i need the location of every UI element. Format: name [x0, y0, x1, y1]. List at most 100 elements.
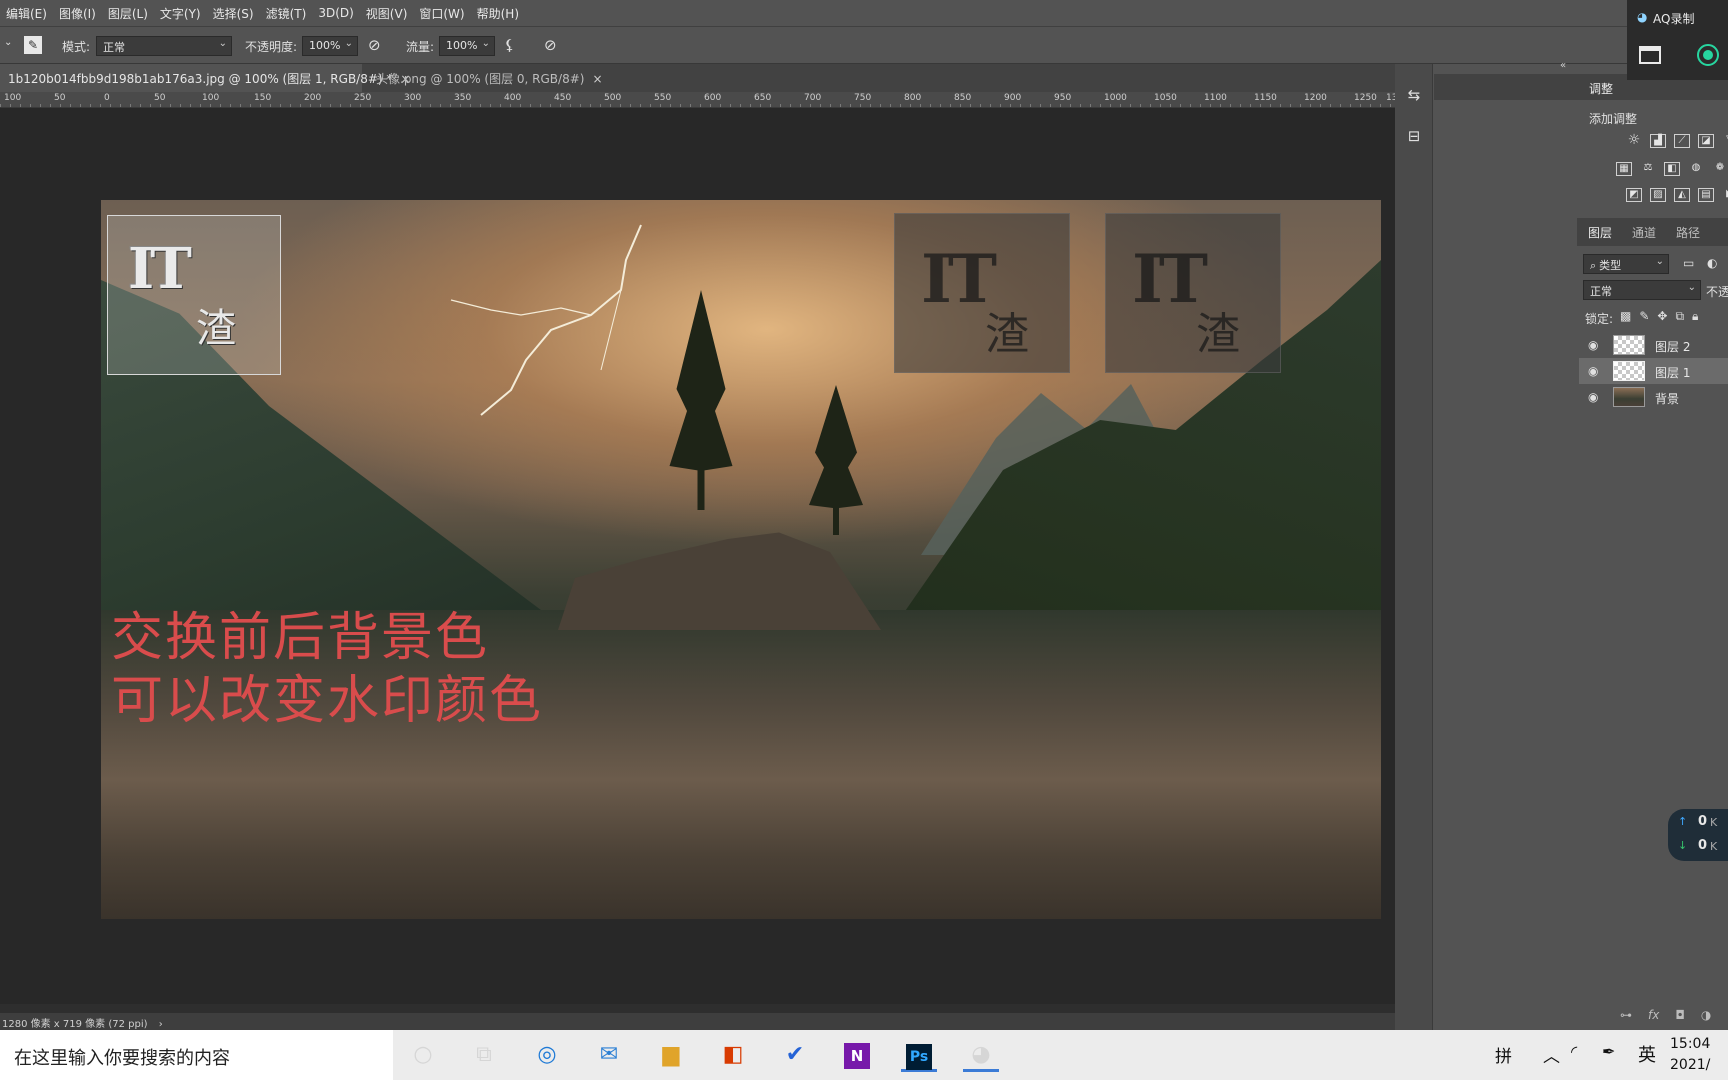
- properties-panel-icon[interactable]: ⊟: [1402, 127, 1426, 149]
- ruler-tick-label: 1000: [1104, 93, 1127, 103]
- menu-filter[interactable]: 滤镜(T): [260, 5, 313, 22]
- horizontal-ruler: 100 50 0 50 100 150 200 250 300 350 400 …: [0, 92, 1409, 108]
- visibility-eye-icon[interactable]: ◉: [1588, 364, 1598, 378]
- layer-name: 图层 2: [1655, 340, 1691, 354]
- tool-preset-caret-icon[interactable]: ⌄: [4, 37, 12, 48]
- watermark-small[interactable]: IT 渣: [107, 215, 281, 375]
- tab-paths[interactable]: 路径: [1676, 224, 1700, 241]
- lock-artboard-icon[interactable]: ⧉: [1675, 309, 1684, 324]
- status-menu-arrow-icon[interactable]: ›: [159, 1019, 163, 1030]
- clock[interactable]: 15:04 2021/: [1670, 1034, 1710, 1076]
- vibrance-icon[interactable]: ▽: [1722, 134, 1728, 148]
- aq-logo-icon: ◕: [1637, 10, 1648, 24]
- window-capture-icon[interactable]: [1639, 46, 1661, 64]
- menu-image[interactable]: 图像(I): [53, 5, 102, 22]
- visibility-eye-icon[interactable]: ◉: [1588, 390, 1598, 404]
- pressure-size-icon[interactable]: ⊘: [544, 36, 557, 54]
- layer-row-selected[interactable]: ◉ 图层 1: [1579, 358, 1728, 384]
- brightness-icon[interactable]: ☼: [1626, 133, 1642, 148]
- blend-mode-select[interactable]: 正常 ⌄: [1583, 280, 1701, 300]
- task-view-icon[interactable]: ⧉: [466, 1038, 502, 1072]
- photoshop-icon[interactable]: Ps: [901, 1038, 937, 1072]
- lock-position-icon[interactable]: ✥: [1657, 309, 1667, 324]
- filter-pixel-icon[interactable]: ▭: [1683, 256, 1694, 270]
- todo-icon[interactable]: ✔: [777, 1038, 813, 1072]
- pen-icon[interactable]: ✒: [1602, 1042, 1615, 1061]
- menu-select[interactable]: 选择(S): [207, 5, 260, 22]
- menu-type[interactable]: 文字(Y): [154, 5, 207, 22]
- airbrush-icon[interactable]: ⚸: [504, 36, 515, 54]
- clock-date: 2021/: [1670, 1057, 1711, 1073]
- black-white-icon[interactable]: ◧: [1664, 162, 1680, 176]
- opacity-select[interactable]: 100% ⌄: [302, 36, 358, 56]
- tab-document-2[interactable]: 头像.png @ 100% (图层 0, RGB/8#) ×: [368, 64, 603, 92]
- horizontal-scrollbar[interactable]: [0, 1004, 1395, 1013]
- menu-3d[interactable]: 3D(D): [312, 6, 359, 20]
- history-panel-icon[interactable]: ⇆: [1402, 86, 1426, 108]
- mail-icon[interactable]: ✉: [591, 1038, 627, 1072]
- menu-view[interactable]: 视图(V): [360, 5, 414, 22]
- aq-title: AQ录制: [1653, 12, 1695, 26]
- onenote-icon[interactable]: N: [839, 1038, 875, 1072]
- taskbar-search-input[interactable]: 在这里输入你要搜索的内容: [0, 1030, 393, 1080]
- layer-thumbnail: [1613, 387, 1645, 407]
- ruler-tick-label: 500: [604, 93, 622, 103]
- menu-window[interactable]: 窗口(W): [413, 5, 470, 22]
- lock-brush-icon[interactable]: ✎: [1639, 309, 1649, 324]
- curves-icon[interactable]: ⟋: [1674, 134, 1690, 148]
- levels-icon[interactable]: ▟: [1650, 134, 1666, 148]
- layer-row[interactable]: ◉ 背景: [1579, 384, 1728, 410]
- record-button[interactable]: [1697, 44, 1719, 66]
- tab-document-1[interactable]: 1b120b014fbb9d198b1ab176a3.jpg @ 100% (图…: [0, 64, 410, 92]
- ime-language-icon[interactable]: 英: [1638, 1041, 1656, 1067]
- wifi-icon[interactable]: ◜: [1571, 1042, 1577, 1061]
- collapse-panels-icon[interactable]: «: [1560, 60, 1566, 71]
- layer-filter-select[interactable]: ⌕ 类型 ⌄: [1583, 254, 1669, 274]
- brush-panel-icon[interactable]: ✎: [24, 36, 42, 54]
- aq-recorder-taskbar-icon[interactable]: ◕: [963, 1038, 999, 1072]
- menu-help[interactable]: 帮助(H): [471, 5, 525, 22]
- cortana-icon[interactable]: ○: [405, 1038, 441, 1072]
- ruler-tick-label: 600: [704, 93, 722, 103]
- posterize-icon[interactable]: ▨: [1650, 188, 1666, 202]
- lock-transparent-icon[interactable]: ▩: [1620, 309, 1631, 324]
- ime-pinyin-icon[interactable]: 拼: [1495, 1042, 1512, 1067]
- layer-row[interactable]: ◉ 图层 2: [1579, 332, 1728, 358]
- watermark-box-1[interactable]: IT 渣: [894, 213, 1070, 373]
- flow-select[interactable]: 100% ⌄: [439, 36, 495, 56]
- tab-layers[interactable]: 图层: [1588, 224, 1612, 241]
- ruler-tick-label: 1250: [1354, 93, 1377, 103]
- layer-name: 图层 1: [1655, 366, 1691, 380]
- tab-adjustments[interactable]: 调整: [1589, 80, 1613, 97]
- watermark-box-2[interactable]: IT 渣: [1105, 213, 1281, 373]
- color-balance-icon[interactable]: ⚖: [1640, 162, 1656, 176]
- file-explorer-icon[interactable]: ▆: [653, 1038, 689, 1072]
- gradient-map-icon[interactable]: ▤: [1698, 188, 1714, 202]
- show-hidden-icons-icon[interactable]: ︿: [1543, 1042, 1560, 1067]
- photo-filter-icon[interactable]: ◍: [1688, 162, 1704, 176]
- new-adjustment-icon[interactable]: ◑: [1701, 1008, 1711, 1022]
- invert-icon[interactable]: ◩: [1626, 188, 1642, 202]
- hue-saturation-icon[interactable]: ▦: [1616, 162, 1632, 176]
- mode-select[interactable]: 正常 ⌄: [96, 36, 232, 56]
- lock-all-icon[interactable]: 🔒︎: [1692, 309, 1698, 324]
- lock-icons: ▩ ✎ ✥ ⧉ 🔒︎: [1620, 309, 1698, 324]
- office-icon[interactable]: ◧: [715, 1038, 751, 1072]
- tab-channels[interactable]: 通道: [1632, 224, 1656, 241]
- link-layers-icon[interactable]: ⊶: [1620, 1008, 1632, 1022]
- ruler-tick-label: 50: [54, 93, 66, 103]
- menu-layer[interactable]: 图层(L): [102, 5, 154, 22]
- filter-adjustment-icon[interactable]: ◐: [1707, 256, 1717, 270]
- exposure-icon[interactable]: ◪: [1698, 134, 1714, 148]
- pressure-opacity-icon[interactable]: ⊘: [368, 36, 381, 54]
- selective-color-icon[interactable]: ◣: [1722, 188, 1728, 202]
- visibility-eye-icon[interactable]: ◉: [1588, 338, 1598, 352]
- close-icon[interactable]: ×: [592, 72, 602, 86]
- menu-edit[interactable]: 编辑(E): [0, 5, 53, 22]
- document-canvas[interactable]: IT 渣 IT 渣 IT 渣 交换前后背景色 可以改变水印颜色: [101, 200, 1381, 919]
- add-mask-icon[interactable]: ◘: [1675, 1008, 1685, 1022]
- edge-browser-icon[interactable]: ◎: [529, 1038, 565, 1072]
- fx-icon[interactable]: fx: [1648, 1008, 1659, 1022]
- channel-mixer-icon[interactable]: ❁: [1712, 162, 1728, 176]
- threshold-icon[interactable]: ◭: [1674, 188, 1690, 202]
